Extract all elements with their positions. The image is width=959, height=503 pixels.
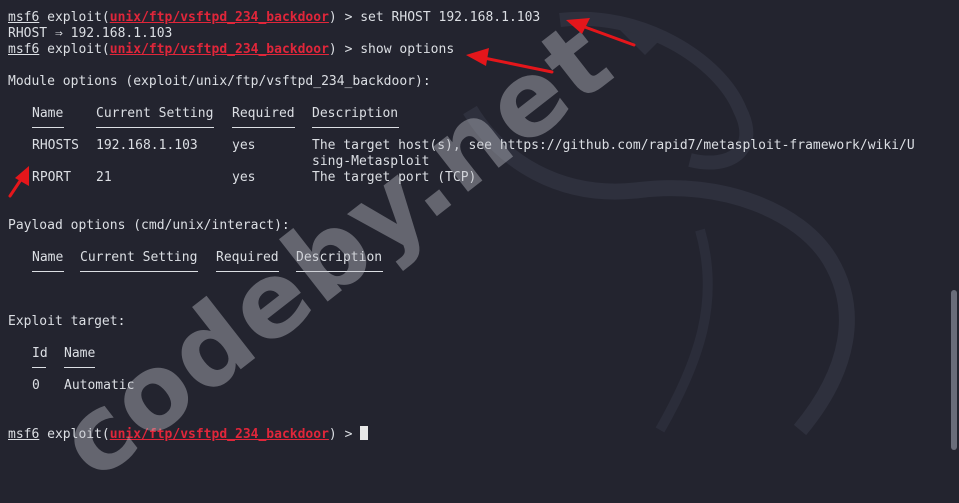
annotation-arrows: [8, 18, 636, 198]
terminal-window[interactable]: msf6 exploit(unix/ftp/vsftpd_234_backdoo…: [0, 0, 959, 503]
arrow-head-icon: [566, 18, 590, 34]
arrow-head-icon: [466, 48, 489, 66]
arrow-icon: [580, 24, 636, 47]
scrollbar[interactable]: [951, 290, 957, 450]
arrow-icon: [482, 56, 554, 74]
